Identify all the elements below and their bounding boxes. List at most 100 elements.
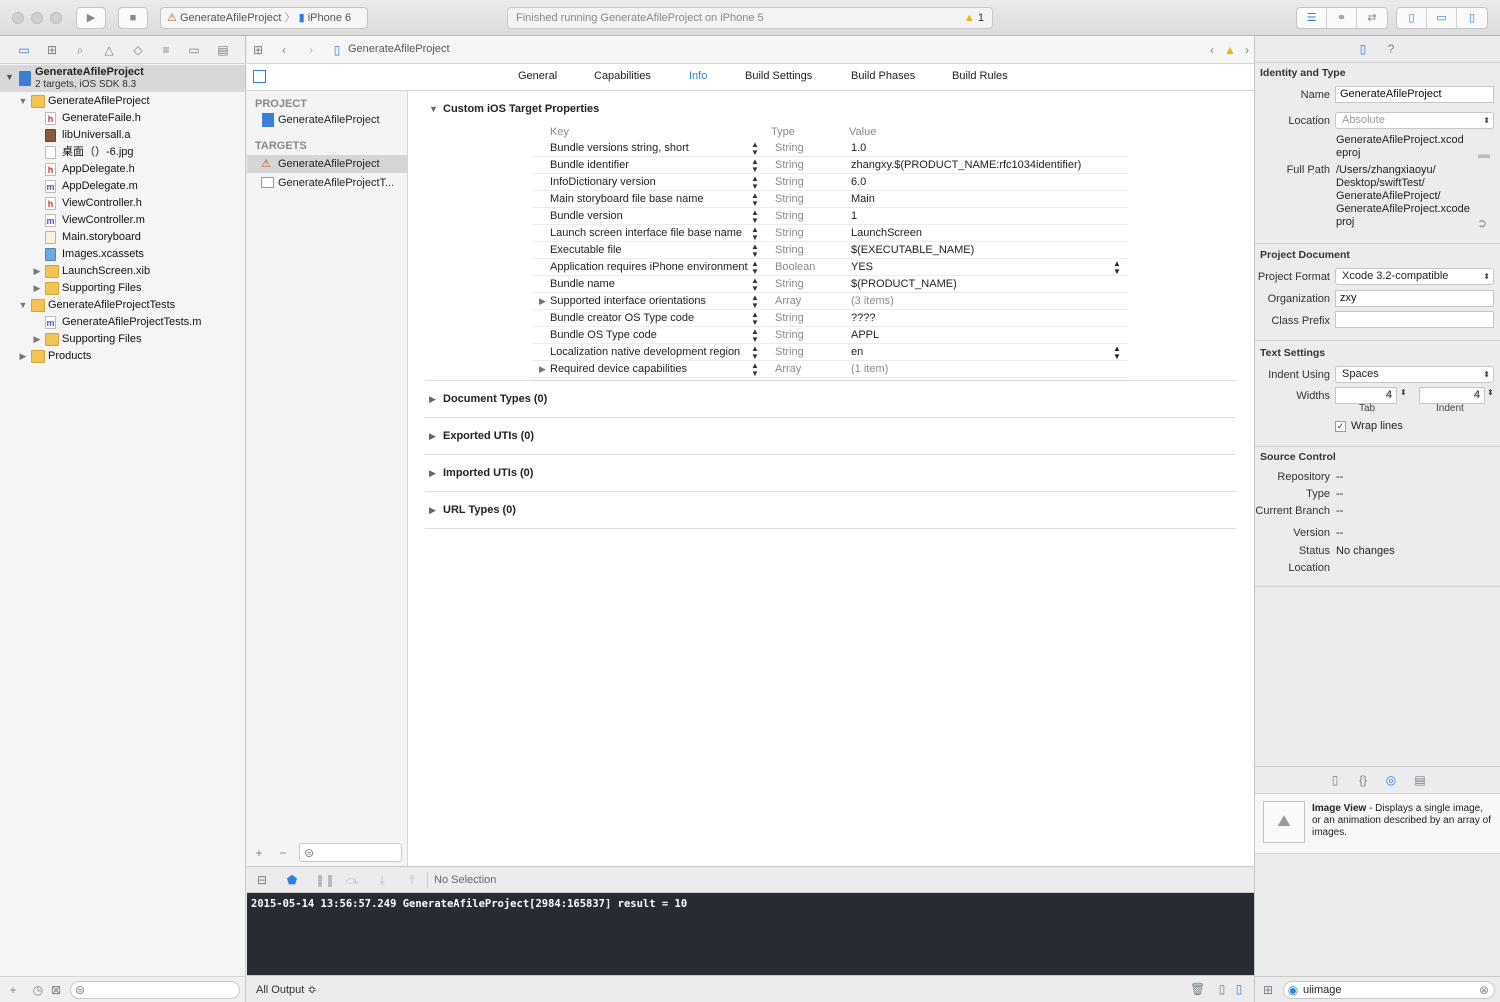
property-row[interactable]: Bundle creator OS Type code ▲ ▼ String????: [532, 310, 1128, 327]
disclosure-closed-icon[interactable]: ▶: [32, 280, 42, 297]
disclosure-closed-icon[interactable]: ▶: [18, 348, 28, 365]
navigator-file-row[interactable]: m AppDelegate.m: [0, 178, 245, 195]
property-key[interactable]: Localization native development region: [550, 344, 740, 360]
property-value[interactable]: $(EXECUTABLE_NAME): [851, 242, 974, 258]
quick-help-icon[interactable]: ?: [1384, 42, 1398, 56]
folder-browse-icon[interactable]: ▬: [1477, 147, 1491, 161]
property-value[interactable]: APPL: [851, 327, 879, 343]
run-button[interactable]: ▶: [76, 7, 106, 29]
targets-filter-field[interactable]: ⊜: [299, 843, 402, 862]
remove-target-icon[interactable]: −: [276, 846, 290, 860]
property-type[interactable]: String: [775, 225, 804, 241]
column-header-key[interactable]: Key: [550, 126, 569, 138]
assistant-editor-icon[interactable]: ⚭: [1327, 8, 1357, 28]
custom-properties-header[interactable]: ▼ Custom iOS Target Properties: [429, 103, 599, 115]
output-filter-popup[interactable]: All Output ≎: [256, 983, 317, 996]
navigator-file-row[interactable]: h AppDelegate.h: [0, 161, 245, 178]
key-stepper-icon[interactable]: ▲ ▼: [751, 260, 759, 276]
navigator-file-row[interactable]: Main.storyboard: [0, 229, 245, 246]
property-row[interactable]: Bundle OS Type code ▲ ▼ String APPL: [532, 327, 1128, 344]
back-icon[interactable]: ‹: [277, 43, 291, 57]
disclosure-open-icon[interactable]: ▼: [5, 72, 14, 82]
related-items-icon[interactable]: ⊞: [251, 43, 265, 57]
issue-icon[interactable]: △: [102, 43, 116, 57]
disclosure-closed-icon[interactable]: ▶: [32, 263, 42, 280]
navigator-file-row[interactable]: Images.xcassets: [0, 246, 245, 263]
location-popup[interactable]: Absolute ⬍: [1335, 112, 1494, 129]
debug-toggle-icon[interactable]: ▭: [1427, 8, 1457, 28]
collapsed-section-header[interactable]: ▶ Imported UTIs (0): [429, 467, 533, 479]
media-library-icon[interactable]: ▤: [1413, 773, 1427, 787]
clear-icon[interactable]: ⊗: [1477, 983, 1491, 997]
project-list-item[interactable]: GenerateAfileProject: [247, 111, 407, 129]
close-window-button[interactable]: [12, 12, 24, 24]
collapsed-section-header[interactable]: ▶ Exported UTIs (0): [429, 430, 534, 442]
property-type[interactable]: String: [775, 191, 804, 207]
target-item-tests[interactable]: GenerateAfileProjectT...: [247, 174, 407, 192]
tab-general[interactable]: General: [518, 70, 557, 82]
disclosure-open-icon[interactable]: ▼: [18, 93, 28, 110]
property-key[interactable]: Bundle version: [550, 208, 623, 224]
key-stepper-icon[interactable]: ▲ ▼: [751, 277, 759, 293]
property-row[interactable]: Executable file ▲ ▼ String $(EXECUTABLE_NAME…: [532, 242, 1128, 259]
disclosure-closed-icon[interactable]: ▶: [539, 293, 546, 309]
property-type[interactable]: Array: [775, 293, 801, 309]
property-value[interactable]: 6.0: [851, 174, 866, 190]
property-value[interactable]: 1: [851, 208, 857, 224]
reveal-in-finder-icon[interactable]: ➲: [1475, 216, 1489, 230]
property-key[interactable]: Bundle name: [550, 276, 615, 292]
tab-build-phases[interactable]: Build Phases: [851, 70, 915, 82]
property-key[interactable]: Application requires iPhone environment: [550, 259, 748, 275]
name-field[interactable]: GenerateAfileProject: [1335, 86, 1494, 103]
property-value[interactable]: 1.0: [851, 140, 866, 156]
property-row[interactable]: Bundle name ▲ ▼ String $(PRODUCT_NAME): [532, 276, 1128, 293]
navigator-group-row[interactable]: ▼ GenerateAfileProjectTests: [0, 297, 245, 314]
tab-width-stepper-icon[interactable]: ⬍: [1400, 388, 1407, 397]
property-type[interactable]: Boolean: [775, 259, 815, 275]
property-row[interactable]: Bundle versions string, short ▲ ▼ String 1.0: [532, 140, 1128, 157]
property-key[interactable]: InfoDictionary version: [550, 174, 656, 190]
step-in-icon[interactable]: ⤓: [375, 873, 389, 887]
navigator-file-row[interactable]: m GenerateAfileProjectTests.m: [0, 314, 245, 331]
file-template-icon[interactable]: ▯: [1328, 773, 1342, 787]
test-icon[interactable]: ◇: [131, 43, 145, 57]
property-key[interactable]: Bundle versions string, short: [550, 140, 689, 156]
key-stepper-icon[interactable]: ▲ ▼: [751, 362, 759, 378]
tab-capabilities[interactable]: Capabilities: [594, 70, 651, 82]
stop-button[interactable]: ■: [118, 7, 148, 29]
trash-icon[interactable]: 🗑: [1190, 982, 1205, 996]
property-value[interactable]: Main: [851, 191, 875, 207]
property-type[interactable]: String: [775, 327, 804, 343]
navigator-filter-field[interactable]: ⊜: [70, 981, 240, 999]
value-stepper-icon[interactable]: ▲ ▼: [1113, 260, 1121, 276]
property-type[interactable]: String: [775, 344, 804, 360]
key-stepper-icon[interactable]: ▲ ▼: [751, 294, 759, 310]
pause-icon[interactable]: ❚❚: [315, 873, 335, 887]
forward-icon[interactable]: ›: [304, 43, 318, 57]
wrap-lines-checkbox[interactable]: ✓: [1335, 421, 1346, 432]
property-key[interactable]: Bundle OS Type code: [550, 327, 657, 343]
property-row[interactable]: Bundle version ▲ ▼ String 1: [532, 208, 1128, 225]
property-type[interactable]: String: [775, 157, 804, 173]
property-row[interactable]: Main storyboard file base name ▲ ▼ String Ma…: [532, 191, 1128, 208]
column-header-type[interactable]: Type: [771, 126, 795, 138]
property-value[interactable]: LaunchScreen: [851, 225, 922, 241]
key-stepper-icon[interactable]: ▲ ▼: [751, 192, 759, 208]
column-header-value[interactable]: Value: [849, 126, 876, 138]
breakpoints-toggle-icon[interactable]: ⬟: [285, 873, 299, 887]
property-key[interactable]: Executable file: [550, 242, 622, 258]
scm-icon[interactable]: ⊠: [49, 983, 63, 997]
property-key[interactable]: Main storyboard file base name: [550, 191, 703, 207]
navigator-group-row[interactable]: ▶ Products: [0, 348, 245, 365]
breakpoint-icon[interactable]: ▭: [187, 43, 201, 57]
console-output[interactable]: 2015-05-14 13:56:57.249 GenerateAfilePro…: [247, 893, 1254, 975]
add-target-icon[interactable]: +: [252, 846, 266, 860]
indent-width-stepper-icon[interactable]: ⬍: [1487, 388, 1494, 397]
version-editor-icon[interactable]: ⇄: [1357, 8, 1387, 28]
property-type[interactable]: String: [775, 140, 804, 156]
property-type[interactable]: String: [775, 310, 804, 326]
report-icon[interactable]: ▤: [216, 43, 230, 57]
scheme-selector[interactable]: ⚠ GenerateAfileProject 〉 ▮ iPhone 6: [160, 7, 368, 29]
key-stepper-icon[interactable]: ▲ ▼: [751, 175, 759, 191]
navigator-group-row[interactable]: ▶ LaunchScreen.xib: [0, 263, 245, 280]
